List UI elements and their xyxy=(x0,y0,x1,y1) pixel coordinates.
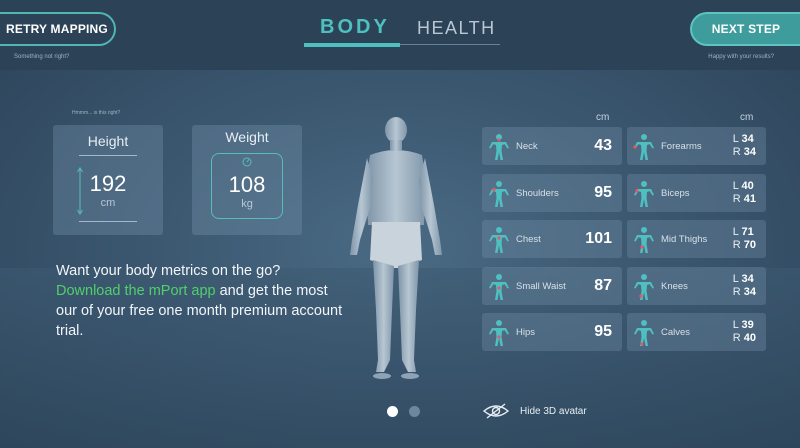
tab-active-indicator xyxy=(304,43,400,47)
measurement-card-neck[interactable]: Neck 43 xyxy=(482,127,622,165)
right-value: 40 xyxy=(743,332,756,344)
measurement-card-mid-thighs[interactable]: Mid Thighs L 71 R 70 xyxy=(627,220,766,258)
body-figure-icon xyxy=(633,134,654,160)
unit-header-right: cm xyxy=(740,112,754,123)
weight-value: 108 xyxy=(228,172,266,197)
measurement-lr-values: L 40 R 41 xyxy=(733,180,756,206)
right-prefix: R xyxy=(732,332,741,344)
next-step-button[interactable]: NEXT STEP xyxy=(690,12,800,46)
body-figure-icon xyxy=(634,320,654,346)
measurement-value: 95 xyxy=(594,323,612,340)
right-prefix: R xyxy=(732,192,741,205)
height-unit: cm xyxy=(100,197,116,209)
right-prefix: R xyxy=(732,239,741,251)
measurement-label: Forearms xyxy=(661,141,702,152)
body-figure-icon xyxy=(634,227,654,253)
measurement-card-chest[interactable]: Chest 101 xyxy=(482,220,622,258)
measurement-card-biceps[interactable]: Biceps L 40 R 41 xyxy=(627,173,766,212)
hide-avatar-toggle[interactable]: Hide 3D avatar xyxy=(482,402,587,420)
page-indicator xyxy=(387,406,427,418)
unit-header-left: cm xyxy=(596,112,610,123)
measurement-label: Hips xyxy=(516,327,536,338)
avatar-3d-model[interactable] xyxy=(340,110,450,385)
measurement-lr-values: L 39 R 40 xyxy=(733,319,756,345)
body-figure-icon xyxy=(489,180,509,207)
retry-mapping-button[interactable]: RETRY MAPPING xyxy=(0,12,116,46)
measurement-lr-values: L 34 R 34 xyxy=(733,133,756,159)
right-value: 34 xyxy=(743,285,756,298)
measurement-card-knees[interactable]: Knees L 34 R 34 xyxy=(627,266,766,305)
body-figure-icon xyxy=(489,134,509,160)
tab-bar: BODY HEALTH xyxy=(304,16,500,48)
left-prefix: L xyxy=(732,319,739,331)
page-dot-1[interactable] xyxy=(387,406,398,417)
promo-line-1: Want your body metrics on the go? xyxy=(56,263,281,279)
left-prefix: L xyxy=(732,133,739,145)
body-figure-icon xyxy=(634,180,654,207)
height-top-line xyxy=(79,155,137,156)
measurement-value: 43 xyxy=(594,137,612,154)
measurement-card-small-waist[interactable]: Small Waist 87 xyxy=(482,266,622,305)
measurement-lr-values: L 71 R 70 xyxy=(733,226,756,252)
body-figure-icon xyxy=(489,320,509,346)
height-value: 192 xyxy=(89,171,127,196)
right-value: 70 xyxy=(743,239,756,251)
measurement-label: Biceps xyxy=(661,187,690,199)
scale-icon xyxy=(242,157,252,167)
height-title: Height xyxy=(87,133,129,149)
next-hint: Happy with your results? xyxy=(708,54,774,60)
left-value: 34 xyxy=(741,272,754,285)
measurement-card-calves[interactable]: Calves L 39 R 40 xyxy=(627,313,766,351)
body-figure-icon xyxy=(489,227,509,253)
body-figure-icon xyxy=(634,273,654,300)
height-card[interactable]: Height 192 cm xyxy=(53,125,163,235)
right-value: 41 xyxy=(743,192,756,205)
measurement-value: 101 xyxy=(585,230,612,247)
left-value: 39 xyxy=(741,319,754,331)
tab-body[interactable]: BODY xyxy=(320,16,390,39)
left-value: 71 xyxy=(741,226,754,238)
measurement-label: Knees xyxy=(661,280,688,292)
promo-text: Want your body metrics on the go? Downlo… xyxy=(56,261,346,341)
height-bottom-line xyxy=(79,221,137,222)
retry-hint: Something not right? xyxy=(14,54,70,60)
measurement-card-hips[interactable]: Hips 95 xyxy=(482,313,622,351)
page-dot-2[interactable] xyxy=(409,406,420,417)
tab-health[interactable]: HEALTH xyxy=(417,18,496,39)
hide-avatar-label: Hide 3D avatar xyxy=(520,405,587,417)
measurement-label: Small Waist xyxy=(516,280,566,292)
right-value: 34 xyxy=(743,146,756,158)
measurement-label: Calves xyxy=(661,327,691,338)
body-figure-icon xyxy=(489,273,509,300)
right-prefix: R xyxy=(732,146,741,158)
left-value: 40 xyxy=(741,179,754,192)
left-hint: Hmmm... is this right? xyxy=(72,110,121,116)
measurement-value: 95 xyxy=(594,183,612,201)
measurement-label: Mid Thighs xyxy=(661,234,708,245)
weight-title: Weight xyxy=(225,129,269,145)
measurement-card-forearms[interactable]: Forearms L 34 R 34 xyxy=(627,127,766,165)
left-prefix: L xyxy=(732,179,739,192)
left-prefix: L xyxy=(732,272,739,285)
measurement-label: Neck xyxy=(516,141,538,152)
weight-box: 108 kg xyxy=(211,153,283,219)
right-prefix: R xyxy=(732,285,741,298)
measurement-label: Chest xyxy=(516,234,541,245)
eye-off-icon xyxy=(482,403,510,419)
download-app-link[interactable]: Download the mPort app xyxy=(56,283,216,299)
measurement-label: Shoulders xyxy=(516,187,559,199)
measurement-card-shoulders[interactable]: Shoulders 95 xyxy=(482,173,622,212)
weight-unit: kg xyxy=(241,198,253,210)
measurement-lr-values: L 34 R 34 xyxy=(733,273,756,299)
measurement-value: 87 xyxy=(594,276,612,294)
left-prefix: L xyxy=(732,226,739,238)
left-value: 34 xyxy=(741,133,754,145)
weight-card[interactable]: Weight 108 kg xyxy=(192,125,302,235)
